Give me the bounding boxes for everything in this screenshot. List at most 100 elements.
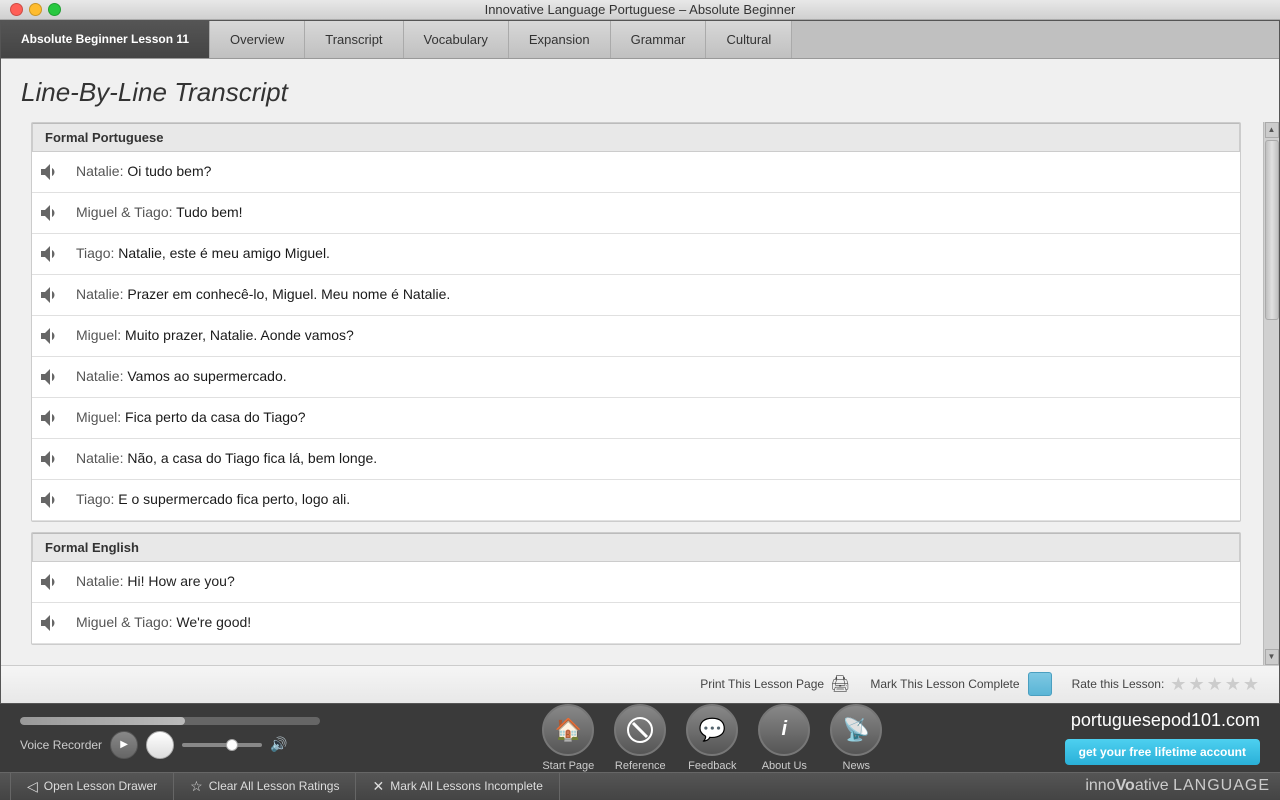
play-button[interactable]: ▶ <box>110 731 138 759</box>
star-2[interactable]: ★ <box>1188 674 1204 695</box>
window-title: Innovative Language Portuguese – Absolut… <box>485 2 796 17</box>
tab-transcript[interactable]: Transcript <box>305 21 403 58</box>
audio-progress-bar[interactable] <box>20 717 320 725</box>
play-audio-button[interactable] <box>36 322 64 350</box>
star-4[interactable]: ★ <box>1225 674 1241 695</box>
transcript-row: Natalie: Vamos ao supermercado. <box>32 357 1240 398</box>
reference-icon <box>614 704 666 756</box>
branding: portuguesepod101.com get your free lifet… <box>1065 710 1260 765</box>
play-audio-button[interactable] <box>36 240 64 268</box>
transcript-line-3: Tiago: Natalie, este é meu amigo Miguel. <box>76 244 330 264</box>
complete-checkbox[interactable] <box>1028 672 1052 696</box>
transcript-line-11: Miguel & Tiago: We're good! <box>76 613 251 633</box>
transcript-line-10: Natalie: Hi! How are you? <box>76 572 235 592</box>
tab-grammar[interactable]: Grammar <box>611 21 707 58</box>
play-audio-button[interactable] <box>36 486 64 514</box>
audio-controls: Voice Recorder ▶ 🔊 <box>20 717 360 759</box>
transcript-row: Natalie: Hi! How are you? <box>32 562 1240 603</box>
volume-icon: 🔊 <box>270 736 287 753</box>
transcript-row: Natalie: Prazer em conhecê-lo, Miguel. M… <box>32 275 1240 316</box>
print-lesson-button[interactable]: Print This Lesson Page 🖨 <box>700 674 850 694</box>
volume-thumb[interactable] <box>226 739 238 751</box>
play-audio-button[interactable] <box>36 281 64 309</box>
brand-cta-button[interactable]: get your free lifetime account <box>1065 739 1260 765</box>
star-1[interactable]: ★ <box>1170 674 1186 695</box>
voice-recorder-label: Voice Recorder <box>20 738 102 752</box>
tab-bar: Absolute Beginner Lesson 11 Overview Tra… <box>1 21 1279 59</box>
star-3[interactable]: ★ <box>1207 674 1223 695</box>
transcript-line-2: Miguel & Tiago: Tudo bem! <box>76 203 243 223</box>
play-audio-button[interactable] <box>36 158 64 186</box>
start-page-icon: 🏠 <box>542 704 594 756</box>
maximize-button[interactable] <box>48 3 61 16</box>
clear-ratings-button[interactable]: ☆ Clear All Lesson Ratings <box>174 773 356 800</box>
transcript-container: Formal Portuguese Natalie: Oi tudo bem? <box>1 122 1279 665</box>
voice-recorder: Voice Recorder ▶ 🔊 <box>20 731 360 759</box>
volume-slider[interactable] <box>182 743 262 747</box>
transcript-row: Miguel & Tiago: Tudo bem! <box>32 193 1240 234</box>
play-audio-button[interactable] <box>36 199 64 227</box>
mark-complete-label: Mark This Lesson Complete <box>870 677 1019 691</box>
play-audio-button[interactable] <box>36 363 64 391</box>
play-audio-button[interactable] <box>36 445 64 473</box>
tab-lesson[interactable]: Absolute Beginner Lesson 11 <box>1 21 210 58</box>
page-title: Line-By-Line Transcript <box>1 59 1279 122</box>
rate-label: Rate this Lesson: <box>1072 677 1165 691</box>
play-audio-button[interactable] <box>36 404 64 432</box>
mark-complete-button[interactable]: Mark This Lesson Complete <box>870 672 1051 696</box>
transcript-section-portuguese: Formal Portuguese Natalie: Oi tudo bem? <box>31 122 1241 522</box>
nav-reference[interactable]: Reference <box>614 704 666 772</box>
open-lesson-drawer-button[interactable]: ◁ Open Lesson Drawer <box>10 773 174 800</box>
news-icon: 📡 <box>830 704 882 756</box>
section-header-portuguese: Formal Portuguese <box>32 123 1240 152</box>
transcript-row: Miguel & Tiago: We're good! <box>32 603 1240 644</box>
transcript-scroll[interactable]: Formal Portuguese Natalie: Oi tudo bem? <box>1 122 1271 665</box>
brand-name: portuguesepod101.com <box>1071 710 1260 731</box>
transcript-row: Tiago: E o supermercado fica perto, logo… <box>32 480 1240 521</box>
transcript-row: Miguel: Muito prazer, Natalie. Aonde vam… <box>32 316 1240 357</box>
nav-about-us[interactable]: i About Us <box>758 704 810 772</box>
transcript-row: Tiago: Natalie, este é meu amigo Miguel. <box>32 234 1240 275</box>
mark-incomplete-label: Mark All Lessons Incomplete <box>390 779 543 793</box>
drawer-icon: ◁ <box>27 778 38 795</box>
close-button[interactable] <box>10 3 23 16</box>
transcript-line-5: Miguel: Muito prazer, Natalie. Aonde vam… <box>76 326 354 346</box>
news-label: News <box>843 760 871 772</box>
nav-icons: 🏠 Start Page Reference 💬 Feedback i Abou… <box>542 704 882 772</box>
bottom-toolbar: ◁ Open Lesson Drawer ☆ Clear All Lesson … <box>0 772 1280 800</box>
progress-fill <box>20 717 185 725</box>
star-rating[interactable]: ★ ★ ★ ★ ★ <box>1170 674 1259 695</box>
scroll-down-button[interactable]: ▼ <box>1265 649 1279 665</box>
transcript-row: Miguel: Fica perto da casa do Tiago? <box>32 398 1240 439</box>
transcript-line-6: Natalie: Vamos ao supermercado. <box>76 367 287 387</box>
nav-start-page[interactable]: 🏠 Start Page <box>542 704 594 772</box>
play-audio-button[interactable] <box>36 609 64 637</box>
nav-bar: Voice Recorder ▶ 🔊 🏠 Start Page Referenc… <box>0 704 1280 772</box>
lesson-bar: Print This Lesson Page 🖨 Mark This Lesso… <box>1 665 1279 703</box>
nav-news[interactable]: 📡 News <box>830 704 882 772</box>
transcript-line-7: Miguel: Fica perto da casa do Tiago? <box>76 408 306 428</box>
play-audio-button[interactable] <box>36 568 64 596</box>
mark-incomplete-button[interactable]: ✕ Mark All Lessons Incomplete <box>356 773 559 800</box>
nav-feedback[interactable]: 💬 Feedback <box>686 704 738 772</box>
transcript-line-8: Natalie: Não, a casa do Tiago fica lá, b… <box>76 449 377 469</box>
tab-cultural[interactable]: Cultural <box>706 21 792 58</box>
titlebar: Innovative Language Portuguese – Absolut… <box>0 0 1280 20</box>
record-button[interactable] <box>146 731 174 759</box>
tab-expansion[interactable]: Expansion <box>509 21 611 58</box>
scroll-up-button[interactable]: ▲ <box>1265 122 1279 138</box>
content-area: Line-By-Line Transcript Formal Portugues… <box>1 59 1279 703</box>
feedback-icon: 💬 <box>686 704 738 756</box>
scrollbar[interactable]: ▲ ▼ <box>1263 122 1279 665</box>
rate-lesson: Rate this Lesson: ★ ★ ★ ★ ★ <box>1072 674 1259 695</box>
scroll-thumb[interactable] <box>1265 140 1279 320</box>
star-5[interactable]: ★ <box>1243 674 1259 695</box>
tab-overview[interactable]: Overview <box>210 21 305 58</box>
about-us-label: About Us <box>762 760 807 772</box>
clear-ratings-label: Clear All Lesson Ratings <box>209 779 340 793</box>
transcript-line-9: Tiago: E o supermercado fica perto, logo… <box>76 490 350 510</box>
traffic-lights <box>10 3 61 16</box>
minimize-button[interactable] <box>29 3 42 16</box>
tab-vocabulary[interactable]: Vocabulary <box>404 21 509 58</box>
transcript-line-4: Natalie: Prazer em conhecê-lo, Miguel. M… <box>76 285 450 305</box>
